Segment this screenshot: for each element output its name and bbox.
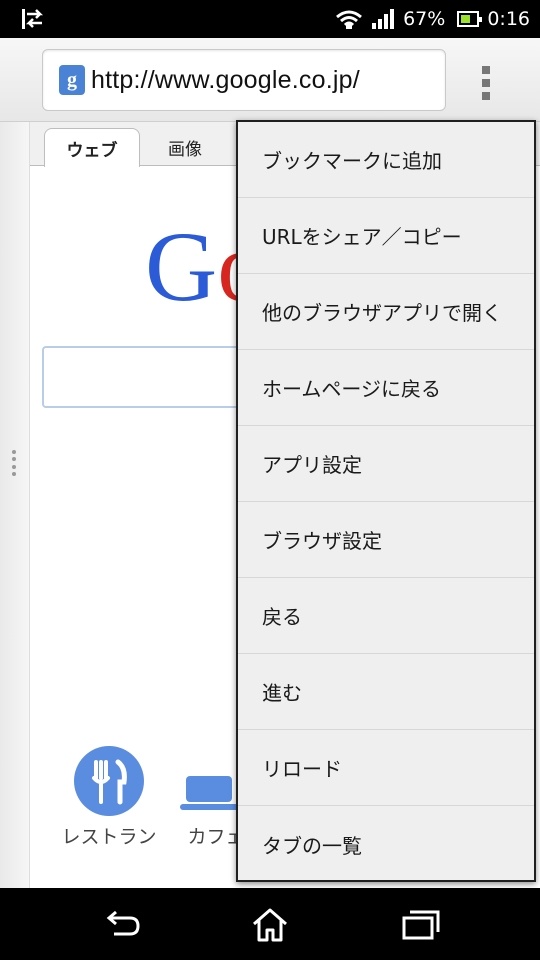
drag-handle-icon: [12, 450, 16, 476]
menu-item-open-other-browser[interactable]: 他のブラウザアプリで開く: [238, 274, 534, 350]
overflow-menu-icon[interactable]: [478, 66, 494, 100]
navigation-bar: [0, 888, 540, 960]
battery-percent: 67%: [403, 8, 446, 30]
tab-images[interactable]: 画像: [150, 128, 220, 166]
menu-item-add-bookmark[interactable]: ブックマークに追加: [238, 122, 534, 198]
browser-toolbar: g http://www.google.co.jp/: [0, 38, 540, 122]
menu-item-home[interactable]: ホームページに戻る: [238, 350, 534, 426]
logo-letter-g: G: [145, 211, 218, 322]
restaurant-icon: [74, 746, 144, 816]
status-bar: 67% 0:16: [0, 0, 540, 38]
side-drawer-handle[interactable]: [0, 122, 30, 888]
status-icons: 67% 0:16: [335, 0, 530, 38]
back-icon[interactable]: [100, 904, 144, 944]
overflow-menu: ブックマークに追加 URLをシェア／コピー 他のブラウザアプリで開く ホームペー…: [236, 120, 536, 882]
menu-item-reload[interactable]: リロード: [238, 730, 534, 806]
shortcut-restaurant[interactable]: レストラン: [56, 746, 162, 849]
home-icon[interactable]: [248, 904, 292, 944]
tab-web[interactable]: ウェブ: [44, 128, 140, 167]
menu-item-forward[interactable]: 進む: [238, 654, 534, 730]
menu-item-back[interactable]: 戻る: [238, 578, 534, 654]
recent-apps-icon[interactable]: [398, 904, 442, 944]
clock: 0:16: [487, 8, 530, 30]
cafe-icon: [180, 746, 240, 816]
menu-item-browser-settings[interactable]: ブラウザ設定: [238, 502, 534, 578]
data-sync-icon: [22, 9, 44, 29]
shortcut-label: レストラン: [61, 826, 157, 848]
menu-item-tab-list[interactable]: タブの一覧: [238, 806, 534, 882]
menu-item-app-settings[interactable]: アプリ設定: [238, 426, 534, 502]
menu-item-share-url[interactable]: URLをシェア／コピー: [238, 198, 534, 274]
url-bar[interactable]: g http://www.google.co.jp/: [42, 49, 446, 111]
google-favicon-icon: g: [59, 65, 85, 95]
battery-icon: [457, 11, 483, 27]
signal-icon: [372, 9, 395, 29]
battery-fill: [461, 15, 471, 23]
wifi-icon: [336, 10, 363, 29]
url-text[interactable]: http://www.google.co.jp/: [91, 66, 360, 95]
